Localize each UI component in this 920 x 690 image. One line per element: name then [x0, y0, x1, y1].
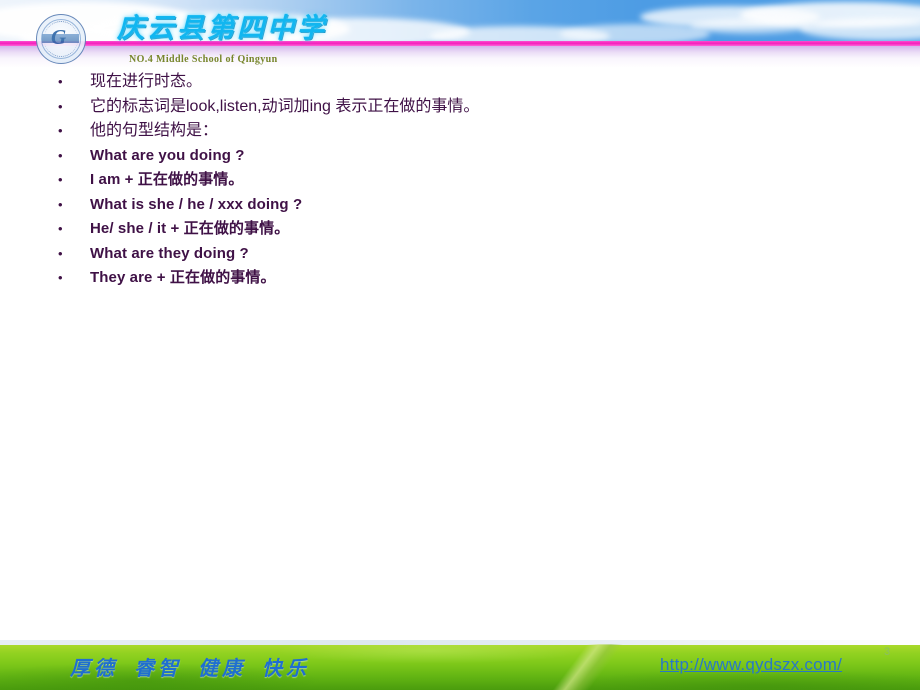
- bullet-list-item: • He/ she / it + 正在做的事情。: [0, 217, 920, 242]
- bullet-text: They are + 正在做的事情。: [90, 269, 276, 286]
- logo-monogram: G: [51, 25, 67, 49]
- bullet-list-item: • What are you doing ?: [0, 144, 920, 169]
- school-logo-icon: G: [36, 14, 86, 64]
- bullet-list-item: • What is she / he / xxx doing ?: [0, 193, 920, 218]
- slide-body: • 现在进行时态。 • 它的标志词是look,listen,动词加ing 表示正在做的…: [0, 70, 920, 640]
- bullet-text: 他的句型结构是：: [90, 122, 219, 139]
- school-website-link[interactable]: http://www.qydszx.com/: [660, 655, 842, 675]
- motto-word: 快乐: [262, 658, 310, 680]
- cloud-decoration: [690, 18, 810, 34]
- bullet-list-item: • I am + 正在做的事情。: [0, 168, 920, 193]
- bullet-text: He/ she / it + 正在做的事情。: [90, 220, 290, 237]
- slide-header-banner: G 庆云县第四中学 NO.4 Middle School of Qingyun: [0, 0, 920, 70]
- slide-number: 3: [884, 646, 891, 658]
- bullet-list-item: • 他的句型结构是：: [0, 119, 920, 144]
- motto-word: 厚德: [70, 658, 118, 680]
- presentation-slide: G 庆云县第四中学 NO.4 Middle School of Qingyun …: [0, 0, 920, 690]
- bullet-list-item: • 现在进行时态。: [0, 70, 920, 95]
- bullet-point-icon: •: [58, 270, 63, 285]
- bullet-point-icon: •: [58, 221, 63, 236]
- bullet-point-icon: •: [58, 245, 63, 261]
- bullet-text: What is she / he / xxx doing ?: [90, 195, 303, 213]
- bullet-point-icon: •: [58, 196, 63, 212]
- bullet-point-icon: •: [58, 98, 63, 114]
- bullet-point-icon: •: [58, 123, 63, 138]
- bullet-list-item: • What are they doing ?: [0, 242, 920, 267]
- bullet-list: • 现在进行时态。 • 它的标志词是look,listen,动词加ing 表示正在做的…: [0, 70, 920, 291]
- bullet-text: What are you doing ?: [90, 146, 245, 164]
- bullet-list-item: • They are + 正在做的事情。: [0, 266, 920, 291]
- school-motto: 厚德 睿智 健康 快乐: [70, 652, 326, 681]
- bullet-text: What are they doing ?: [90, 244, 249, 262]
- school-name-chinese: 庆云县第四中学: [117, 13, 327, 43]
- cloud-decoration: [800, 18, 920, 40]
- bullet-point-icon: •: [58, 147, 63, 163]
- bullet-point-icon: •: [58, 172, 63, 187]
- bullet-point-icon: •: [58, 74, 63, 89]
- bullet-text: 它的标志词是look,listen,动词加ing 表示正在做的事情。: [90, 97, 480, 115]
- motto-word: 健康: [198, 658, 246, 680]
- bullet-text: 现在进行时态。: [90, 73, 203, 90]
- bullet-list-item: • 它的标志词是look,listen,动词加ing 表示正在做的事情。: [0, 95, 920, 120]
- field-path-decoration: [513, 644, 657, 690]
- motto-word: 睿智: [134, 658, 182, 680]
- school-name-english: NO.4 Middle School of Qingyun: [129, 54, 278, 65]
- bullet-text: I am + 正在做的事情。: [90, 171, 244, 188]
